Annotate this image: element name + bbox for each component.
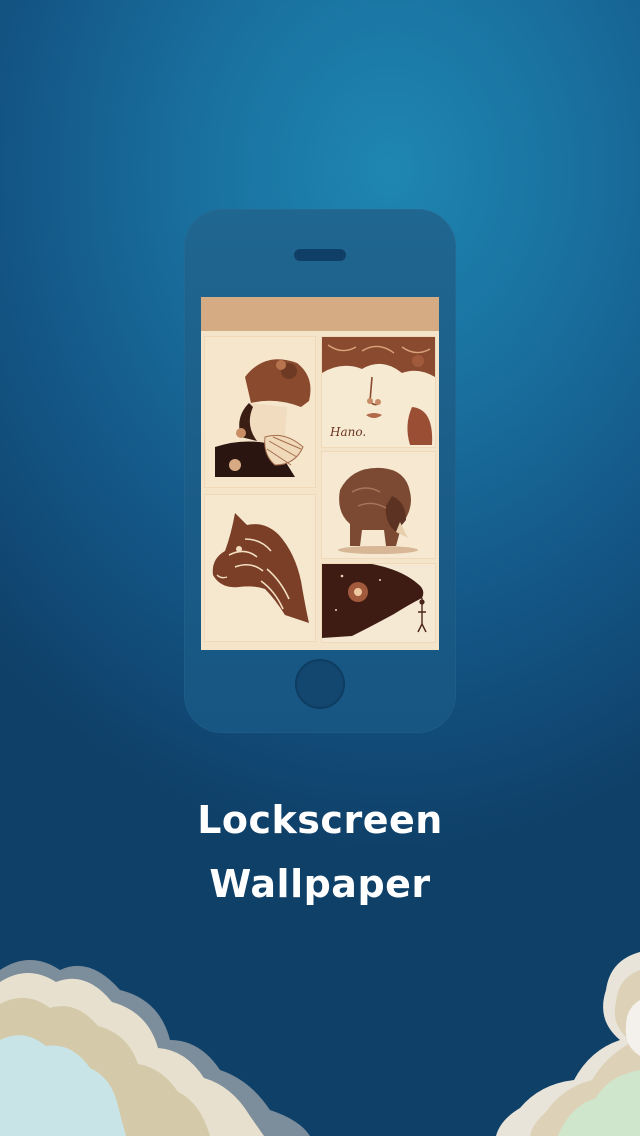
wallpaper-thumbnail-horse[interactable] [205,495,315,641]
wallpaper-thumbnail-girl[interactable] [205,337,315,487]
caption-line-1: Lockscreen [197,798,443,842]
wallpaper-thumbnail-face[interactable]: Hano. [322,337,435,447]
girl-illustration-icon [205,337,315,487]
phone-speaker-icon [294,249,346,261]
left-cloud-icon [0,960,310,1136]
right-cloud-icon [496,952,640,1136]
rhino-illustration-icon [322,452,435,558]
clouds-decoration [0,952,640,1136]
phone-screen: Hano. [201,297,439,650]
phone-mockup: Hano. [184,209,456,733]
home-button-icon [295,659,345,709]
hano-signature-text: Hano. [330,425,367,439]
caption-line-2: Wallpaper [209,862,431,906]
screen-header-bar [201,297,439,331]
wallpaper-thumbnail-rhino[interactable] [322,452,435,558]
wallpaper-thumbnail-galaxy-flag[interactable] [322,564,435,642]
horse-illustration-icon [205,495,315,641]
galaxy-flag-illustration-icon [322,564,435,642]
